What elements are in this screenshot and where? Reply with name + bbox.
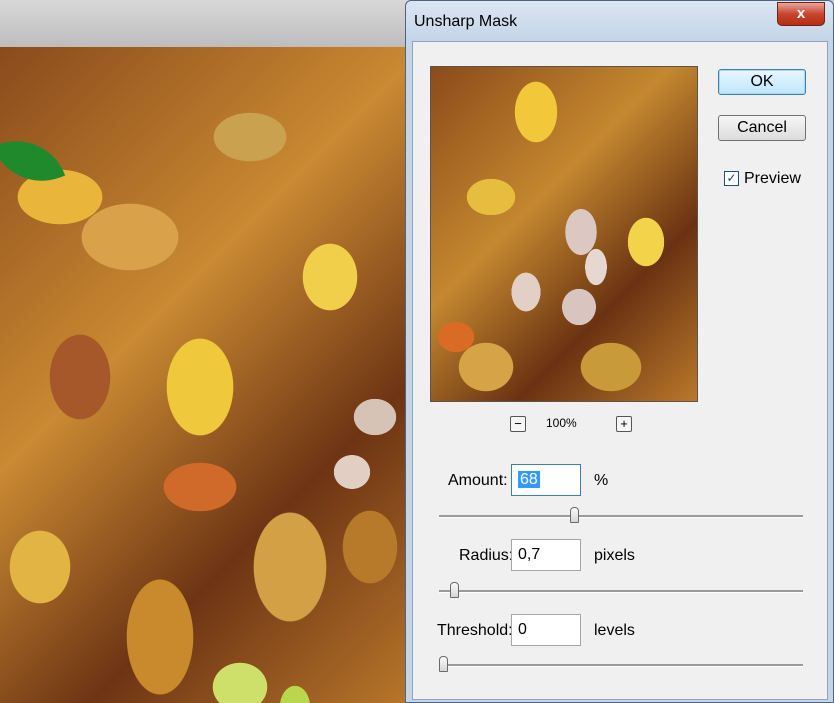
minus-icon: − bbox=[514, 416, 522, 431]
zoom-out-button[interactable]: − bbox=[510, 416, 526, 432]
ok-button[interactable]: OK bbox=[718, 69, 806, 95]
threshold-input[interactable]: 0 bbox=[511, 614, 581, 646]
amount-label: Amount: bbox=[448, 472, 508, 489]
preview-label: Preview bbox=[744, 170, 801, 187]
close-button[interactable]: x bbox=[777, 2, 825, 26]
threshold-value: 0 bbox=[518, 621, 527, 638]
dialog-title-bar[interactable]: Unsharp Mask x bbox=[406, 1, 833, 41]
preview-checkbox[interactable]: ✓ bbox=[724, 171, 739, 186]
amount-input[interactable]: 68 bbox=[511, 464, 581, 496]
close-icon: x bbox=[796, 5, 806, 22]
plus-icon: + bbox=[620, 416, 628, 431]
dialog-body: − 100% + OK Cancel ✓ Preview Amount: 68 … bbox=[412, 41, 828, 700]
unsharp-mask-dialog: Unsharp Mask x − 100% + OK Cancel ✓ Prev… bbox=[405, 0, 834, 703]
zoom-in-button[interactable]: + bbox=[616, 416, 632, 432]
amount-slider-thumb[interactable] bbox=[570, 507, 580, 523]
amount-unit: % bbox=[594, 472, 609, 489]
radius-input[interactable]: 0,7 bbox=[511, 539, 581, 571]
amount-value: 68 bbox=[518, 471, 540, 488]
threshold-slider-track[interactable] bbox=[439, 664, 803, 667]
threshold-label: Threshold: bbox=[437, 622, 513, 639]
document-canvas-image[interactable] bbox=[0, 47, 410, 703]
radius-value: 0,7 bbox=[518, 546, 541, 563]
radius-slider-thumb[interactable] bbox=[449, 582, 459, 598]
radius-unit: pixels bbox=[594, 547, 635, 564]
threshold-unit: levels bbox=[594, 622, 635, 639]
canvas-toolbar-area bbox=[0, 0, 410, 47]
dialog-title: Unsharp Mask bbox=[414, 13, 518, 30]
amount-slider-track[interactable] bbox=[439, 515, 803, 518]
checkmark-icon: ✓ bbox=[726, 171, 737, 185]
cancel-button[interactable]: Cancel bbox=[718, 115, 806, 141]
zoom-level: 100% bbox=[546, 416, 577, 430]
preview-image[interactable] bbox=[430, 66, 698, 402]
green-leaf-detail bbox=[0, 126, 66, 196]
radius-label: Radius: bbox=[459, 547, 514, 564]
threshold-slider-thumb[interactable] bbox=[439, 656, 448, 672]
radius-slider-track[interactable] bbox=[439, 590, 803, 593]
